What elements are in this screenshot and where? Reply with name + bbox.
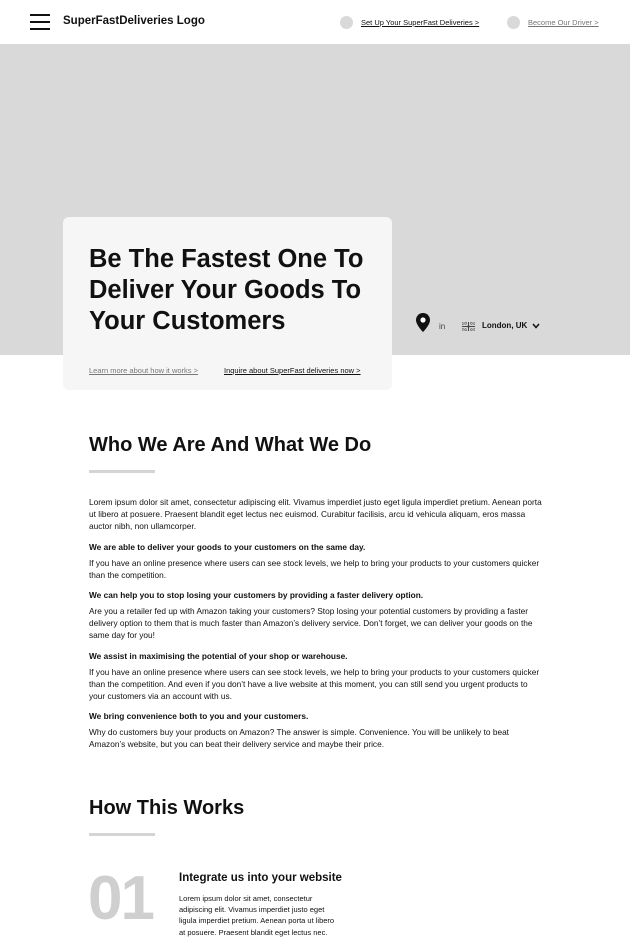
learn-more-link[interactable]: Learn more about how it works > <box>89 366 198 375</box>
setup-circle-icon <box>340 15 353 29</box>
menu-icon-bar <box>30 21 50 23</box>
location-city: London, UK <box>482 321 528 330</box>
who-block-heading: We assist in maximising the potential of… <box>89 651 348 661</box>
menu-icon[interactable] <box>30 14 50 30</box>
who-block-heading: We can help you to stop losing your cust… <box>89 590 424 600</box>
menu-icon-bar <box>30 14 50 16</box>
step-number: 01 <box>88 864 155 933</box>
who-section-title: Who We Are And What We Do <box>89 434 372 456</box>
become-driver-label: Become Our Driver > <box>528 17 599 27</box>
chevron-down-icon <box>532 323 540 329</box>
menu-icon-bar <box>30 28 50 30</box>
how-section-title: How This Works <box>89 797 245 819</box>
become-driver-link[interactable]: Become Our Driver > <box>507 14 599 30</box>
step-title: Integrate us into your website <box>179 872 342 884</box>
location-in-label: in <box>439 322 446 331</box>
who-section-divider <box>89 470 155 473</box>
setup-deliveries-label: Set Up Your SuperFast Deliveries > <box>361 17 480 27</box>
location-selector[interactable]: London, UK <box>482 321 540 330</box>
who-intro-text: Lorem ipsum dolor sit amet, consectetur … <box>89 497 542 531</box>
inquire-link[interactable]: Inquire about SuperFast deliveries now > <box>224 366 361 375</box>
who-block-text: Why do customers buy your products on Am… <box>89 727 509 749</box>
map-pin-icon <box>416 313 430 332</box>
step-description: Lorem ipsum dolor sit amet, consectetur … <box>179 894 335 937</box>
who-block-text: Are you a retailer fed up with Amazon ta… <box>89 606 533 640</box>
how-section-divider <box>89 833 155 836</box>
uk-flag-icon <box>462 322 475 331</box>
who-block-heading: We are able to deliver your goods to you… <box>89 542 366 552</box>
site-logo[interactable]: SuperFastDeliveries Logo <box>63 15 205 27</box>
site-header: SuperFastDeliveries Logo Set Up Your Sup… <box>0 0 630 44</box>
driver-circle-icon <box>507 15 520 29</box>
who-block-text: If you have an online presence where use… <box>89 558 540 580</box>
who-block-heading: We bring convenience both to you and you… <box>89 711 309 721</box>
setup-deliveries-link[interactable]: Set Up Your SuperFast Deliveries > <box>340 14 479 30</box>
hero-card: Be The Fastest One To Deliver Your Goods… <box>63 217 392 390</box>
who-block-text: If you have an online presence where use… <box>89 667 540 701</box>
hero-title: Be The Fastest One To Deliver Your Goods… <box>89 245 364 335</box>
